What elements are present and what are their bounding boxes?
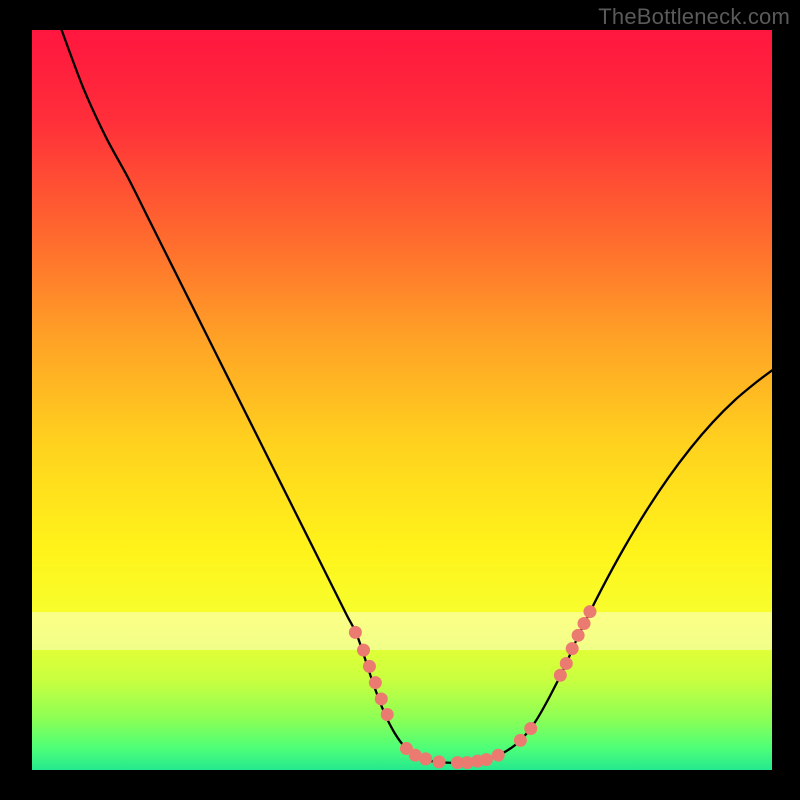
- data-marker: [480, 753, 493, 766]
- data-marker: [492, 749, 505, 762]
- data-marker: [357, 644, 370, 657]
- data-marker: [375, 692, 388, 705]
- data-marker: [349, 626, 362, 639]
- watermark-label: TheBottleneck.com: [598, 4, 790, 30]
- data-marker: [560, 657, 573, 670]
- data-marker: [419, 752, 432, 765]
- data-marker: [572, 629, 585, 642]
- data-marker: [554, 669, 567, 682]
- data-marker: [369, 676, 382, 689]
- chart-frame: TheBottleneck.com: [0, 0, 800, 800]
- data-marker: [566, 642, 579, 655]
- data-marker: [381, 708, 394, 721]
- data-marker: [578, 617, 591, 630]
- bottleneck-chart: [32, 30, 772, 770]
- plot-area: [32, 30, 772, 770]
- data-marker: [363, 660, 376, 673]
- data-marker: [514, 734, 527, 747]
- data-marker: [583, 605, 596, 618]
- data-marker: [433, 755, 446, 768]
- data-marker: [524, 722, 537, 735]
